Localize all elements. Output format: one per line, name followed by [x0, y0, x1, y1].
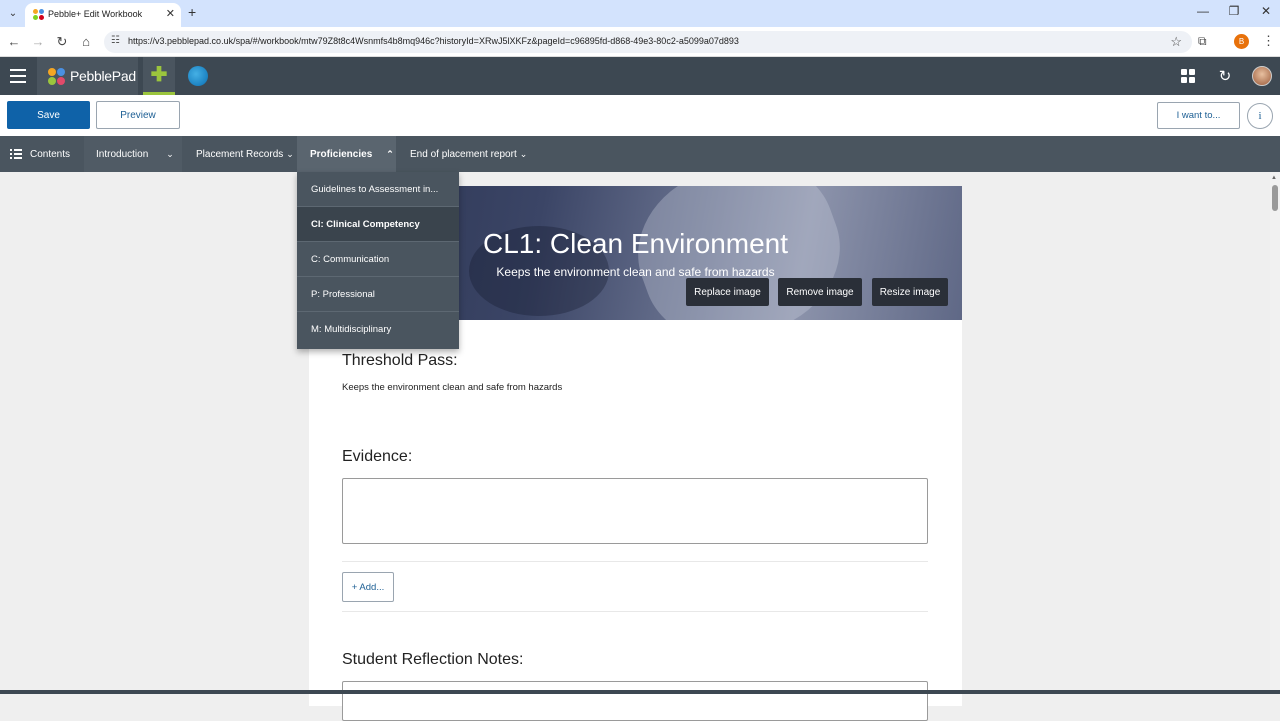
nav-proficiencies-label: Proficiencies [310, 148, 373, 160]
restore-icon[interactable]: ❐ [1224, 4, 1244, 18]
workbook-nav: Contents Introduction ⌄ Placement Record… [0, 136, 1280, 172]
bottom-strip [0, 690, 1280, 694]
save-button[interactable]: Save [7, 101, 90, 129]
history-icon[interactable]: ↻ [1215, 66, 1235, 86]
dropdown-item-multidisciplinary[interactable]: M: Multidisciplinary [297, 312, 459, 347]
window-close-icon[interactable]: ✕ [1256, 4, 1276, 18]
hamburger-menu-icon[interactable] [10, 69, 26, 83]
chevron-down-icon[interactable]: ⌄ [166, 149, 174, 160]
evidence-heading: Evidence: [342, 448, 413, 465]
threshold-text: Keeps the environment clean and safe fro… [342, 382, 563, 393]
forward-icon[interactable]: → [30, 34, 46, 49]
pebblepad-favicon-icon [33, 9, 44, 20]
contents-list-icon [10, 149, 22, 159]
atlas-globe-icon[interactable] [188, 66, 208, 86]
dropdown-item-clinical-competency[interactable]: Cl: Clinical Competency [297, 207, 459, 242]
minimize-icon[interactable]: — [1193, 4, 1213, 18]
pebblepad-logo[interactable]: PebblePad [37, 57, 138, 95]
remove-image-button[interactable]: Remove image [778, 278, 862, 306]
browser-tab-bar: ⌄ Pebble+ Edit Workbook ✕ + — ❐ ✕ [0, 0, 1280, 27]
bookmark-star-icon[interactable]: ☆ [1170, 34, 1182, 50]
workbook-toolbar: Save Preview I want to... i [0, 95, 1280, 136]
profile-avatar[interactable]: B [1234, 34, 1249, 49]
divider [342, 611, 928, 612]
resize-image-button[interactable]: Resize image [872, 278, 948, 306]
nav-contents-label: Contents [30, 148, 71, 160]
url-field[interactable]: ☷ https://v3.pebblepad.co.uk/spa/#/workb… [104, 31, 1192, 53]
dropdown-item-guidelines[interactable]: Guidelines to Assessment in... [297, 172, 459, 207]
nav-proficiencies[interactable]: Proficiencies ⌃ [297, 136, 396, 172]
reflection-notes-field[interactable] [342, 681, 928, 721]
back-icon[interactable]: ← [6, 34, 22, 49]
evidence-field[interactable] [342, 478, 928, 544]
scrollbar-thumb[interactable] [1272, 185, 1278, 211]
notes-heading: Student Reflection Notes: [342, 651, 524, 668]
scrollbar[interactable] [1270, 172, 1280, 694]
threshold-heading: Threshold Pass: [342, 352, 458, 369]
browser-tab[interactable]: Pebble+ Edit Workbook ✕ [25, 3, 181, 27]
apps-grid-icon[interactable] [1178, 66, 1198, 86]
replace-image-button[interactable]: Replace image [686, 278, 769, 306]
nav-contents[interactable]: Contents [10, 136, 70, 172]
browser-address-bar: ← → ↻ ⌂ ☷ https://v3.pebblepad.co.uk/spa… [0, 27, 1280, 57]
i-want-to-button[interactable]: I want to... [1157, 102, 1240, 129]
nav-introduction[interactable]: Introduction ⌄ [84, 136, 182, 172]
divider [342, 561, 928, 562]
app-header: PebblePad ✚ ↻ [0, 57, 1280, 95]
add-evidence-button[interactable]: + Add... [342, 572, 394, 602]
pebblepad-logo-icon [48, 68, 65, 85]
create-plus-icon[interactable]: ✚ [143, 57, 175, 95]
new-tab-icon[interactable]: + [188, 4, 196, 20]
logo-text: PebblePad [70, 68, 136, 84]
extensions-icon[interactable]: ⧉ [1198, 34, 1207, 49]
preview-button[interactable]: Preview [96, 101, 180, 129]
chevron-down-icon: ⌄ [519, 148, 528, 159]
chevron-up-icon[interactable]: ⌃ [386, 149, 394, 160]
browser-menu-icon[interactable]: ⋮ [1262, 33, 1275, 49]
nav-end-of-placement-label: End of placement report [410, 148, 517, 160]
chevron-down-icon: ⌄ [286, 148, 294, 159]
scroll-up-icon[interactable]: ▲ [1271, 175, 1277, 181]
nav-end-of-placement-report[interactable]: End of placement report ⌄ [410, 136, 527, 172]
proficiencies-dropdown: Guidelines to Assessment in... Cl: Clini… [297, 172, 459, 349]
url-text: https://v3.pebblepad.co.uk/spa/#/workboo… [128, 36, 739, 46]
nav-placement-records-label: Placement Records [196, 148, 284, 160]
reload-icon[interactable]: ↻ [54, 34, 70, 50]
dropdown-item-communication[interactable]: C: Communication [297, 242, 459, 277]
tab-title: Pebble+ Edit Workbook [48, 9, 143, 19]
home-icon[interactable]: ⌂ [78, 34, 94, 49]
tab-search-chevron-icon[interactable]: ⌄ [5, 5, 21, 21]
dropdown-item-professional[interactable]: P: Professional [297, 277, 459, 312]
info-button[interactable]: i [1247, 103, 1273, 129]
nav-placement-records[interactable]: Placement Records ⌄ [196, 136, 294, 172]
tab-close-icon[interactable]: ✕ [166, 7, 175, 20]
site-info-icon[interactable]: ☷ [111, 35, 120, 46]
user-avatar[interactable] [1252, 66, 1272, 86]
nav-introduction-label: Introduction [96, 148, 149, 160]
